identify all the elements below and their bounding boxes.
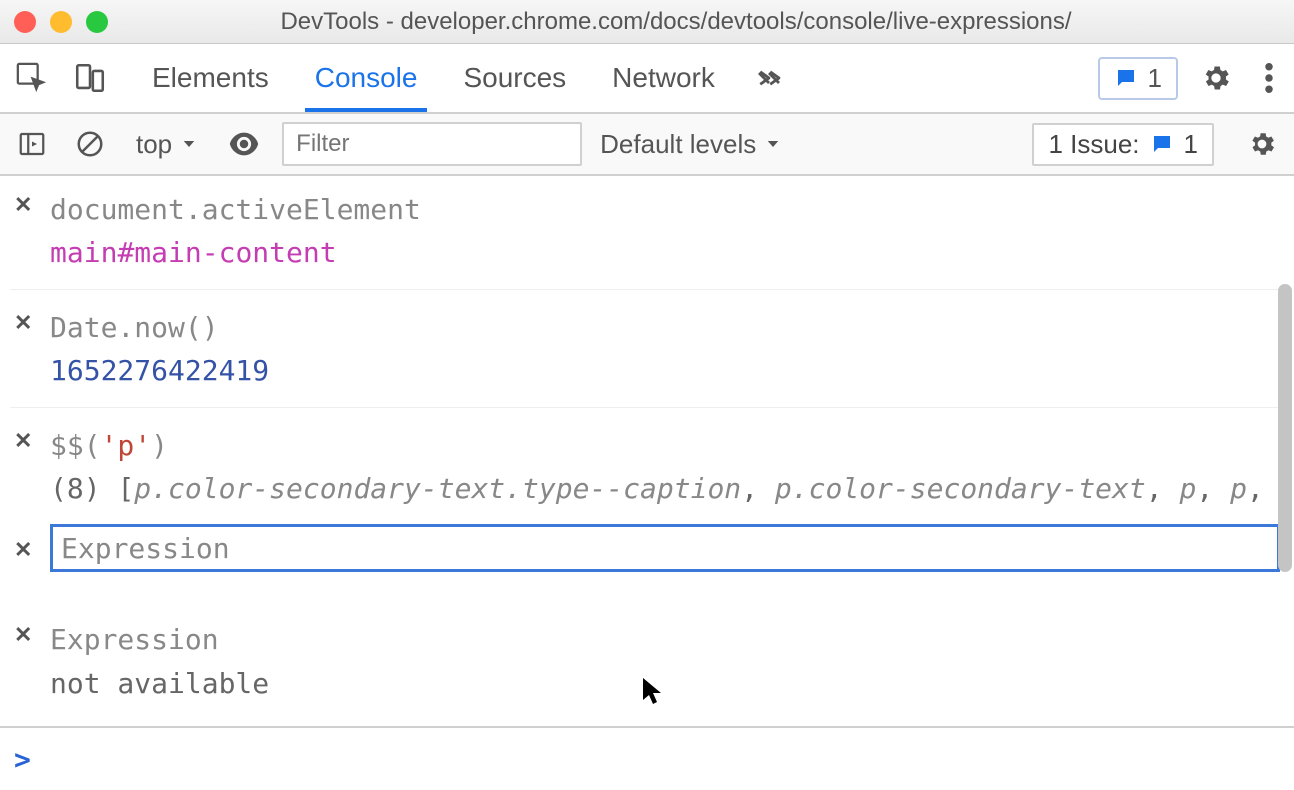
tab-console[interactable]: Console	[311, 44, 422, 112]
device-toolbar-icon[interactable]	[70, 58, 110, 98]
live-expression-row: ✕ document.activeElement main#main-conte…	[10, 182, 1284, 285]
expression-result[interactable]: main#main-content	[50, 231, 1280, 274]
tab-elements[interactable]: Elements	[148, 44, 273, 112]
expression-text[interactable]: Date.now()	[50, 306, 1280, 349]
log-levels-label: Default levels	[600, 129, 756, 160]
settings-icon[interactable]	[1196, 58, 1236, 98]
live-expression-icon[interactable]	[224, 124, 264, 164]
more-tabs-icon[interactable]	[749, 58, 789, 98]
window-close-button[interactable]	[14, 11, 36, 33]
kebab-menu-icon[interactable]	[1254, 58, 1284, 98]
expression-text[interactable]: document.activeElement	[50, 188, 1280, 231]
console-prompt-icon: >	[14, 743, 31, 776]
devtools-main-toolbar: Elements Console Sources Network 1	[0, 44, 1294, 114]
issues-count: 1	[1184, 129, 1198, 160]
live-expression-row: ✕ Expression not available	[10, 612, 1284, 715]
expression-text[interactable]: Expression	[50, 618, 1280, 661]
remove-expression-icon[interactable]: ✕	[14, 424, 38, 454]
remove-expression-icon[interactable]: ✕	[14, 618, 38, 648]
console-input-row[interactable]: >	[0, 726, 1294, 790]
window-title: DevTools - developer.chrome.com/docs/dev…	[118, 8, 1294, 36]
live-expression-row: ✕ Date.now() 1652276422419	[10, 300, 1284, 403]
scrollbar-thumb[interactable]	[1278, 284, 1292, 572]
console-settings-icon[interactable]	[1242, 124, 1282, 164]
window-maximize-button[interactable]	[86, 11, 108, 33]
expression-text[interactable]: $$('p')	[50, 424, 1280, 467]
tab-network[interactable]: Network	[608, 44, 719, 112]
console-toolbar: top Default levels 1 Issue: 1	[0, 114, 1294, 176]
scrollbar-track[interactable]	[1276, 176, 1294, 726]
console-content: ✕ document.activeElement main#main-conte…	[0, 176, 1294, 726]
tab-sources[interactable]: Sources	[459, 44, 570, 112]
live-expression-input[interactable]	[50, 524, 1280, 572]
issues-text: 1 Issue:	[1048, 129, 1139, 160]
remove-expression-icon[interactable]: ✕	[14, 533, 38, 563]
issues-pill-count: 1	[1148, 63, 1162, 94]
clear-console-icon[interactable]	[70, 124, 110, 164]
filter-input[interactable]	[282, 122, 582, 166]
chevron-down-icon	[764, 135, 782, 153]
live-expression-row: ✕ $$('p') (8) [p.color-secondary-text.ty…	[10, 418, 1284, 521]
panel-tabs: Elements Console Sources Network	[148, 44, 719, 112]
execution-context-selector[interactable]: top	[128, 129, 206, 160]
log-levels-selector[interactable]: Default levels	[600, 129, 782, 160]
expression-result[interactable]: 1652276422419	[50, 349, 1280, 392]
macos-titlebar: DevTools - developer.chrome.com/docs/dev…	[0, 0, 1294, 44]
console-sidebar-toggle-icon[interactable]	[12, 124, 52, 164]
expression-result[interactable]: (8) [p.color-secondary-text.type--captio…	[50, 467, 1280, 510]
issues-link[interactable]: 1 Issue: 1	[1032, 123, 1214, 166]
inspect-element-icon[interactable]	[12, 58, 52, 98]
chevron-down-icon	[180, 135, 198, 153]
remove-expression-icon[interactable]: ✕	[14, 306, 38, 336]
context-label: top	[136, 129, 172, 160]
window-minimize-button[interactable]	[50, 11, 72, 33]
traffic-lights	[14, 11, 108, 33]
remove-expression-icon[interactable]: ✕	[14, 188, 38, 218]
expression-result: not available	[50, 662, 1280, 705]
issues-pill[interactable]: 1	[1098, 57, 1178, 100]
live-expression-row: ✕	[10, 520, 1284, 576]
